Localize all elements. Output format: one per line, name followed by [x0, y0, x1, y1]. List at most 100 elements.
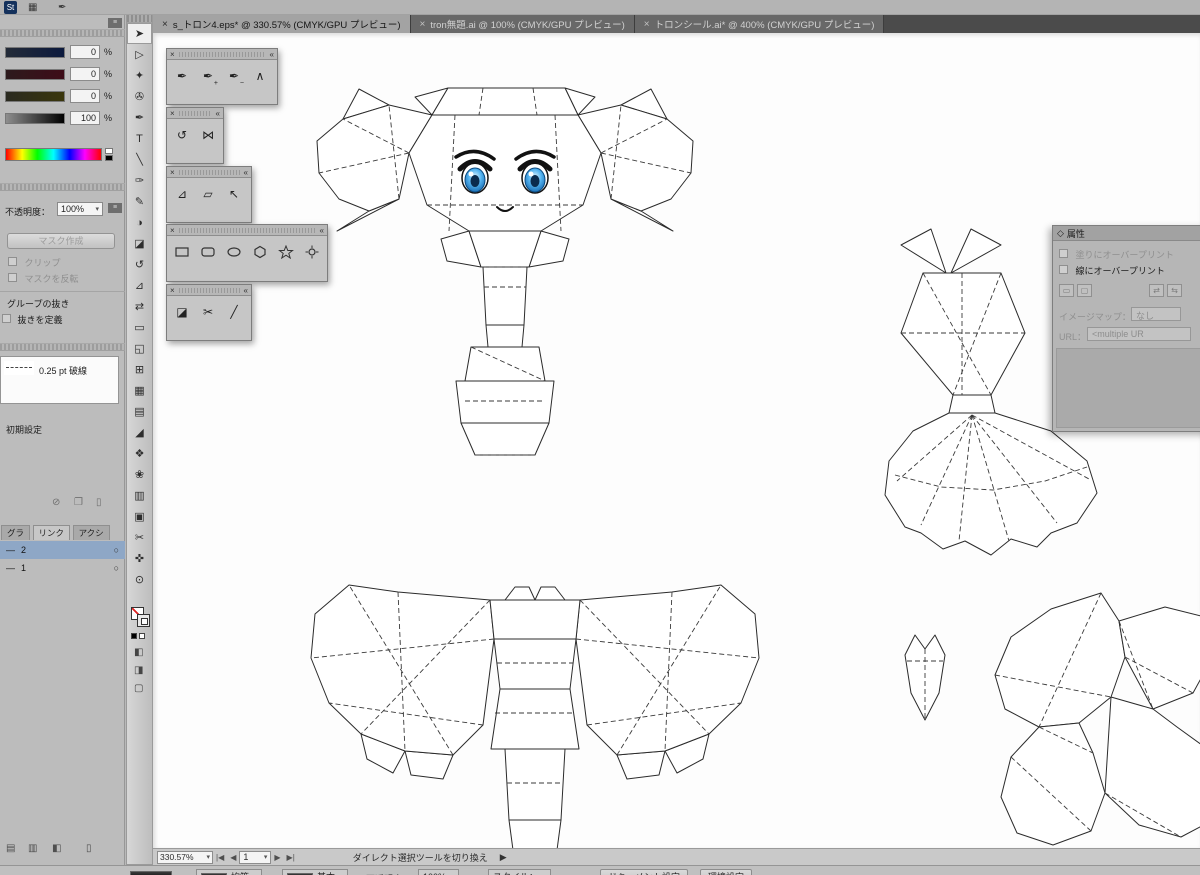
image-map-rect-button[interactable]: ▭: [1059, 284, 1074, 297]
drag-handle[interactable]: [178, 287, 240, 293]
collapse-icon[interactable]: «: [216, 109, 220, 118]
stroke-color-swatch[interactable]: [137, 614, 150, 627]
eyedropper-tool[interactable]: ◢: [127, 422, 152, 443]
collapse-icon[interactable]: «: [244, 286, 248, 295]
column-graph-tool[interactable]: ▥: [127, 485, 152, 506]
direct-selection-tool[interactable]: ▷: [127, 44, 152, 65]
color-mode-icon[interactable]: ◧: [134, 647, 143, 658]
collapse-icon[interactable]: «: [244, 168, 248, 177]
list-item[interactable]: — 2 ○: [0, 541, 125, 559]
papercraft-net-petals[interactable]: [994, 592, 1200, 846]
page-number-field[interactable]: 1 ▾: [239, 850, 272, 864]
star-tool[interactable]: [274, 240, 298, 264]
magenta-ramp[interactable]: [5, 69, 65, 80]
palette-title-bar[interactable]: × «: [167, 108, 223, 119]
panel-menu-icon[interactable]: ≡: [108, 203, 122, 213]
close-icon[interactable]: ×: [644, 19, 650, 30]
pen-icon[interactable]: ✒: [58, 1, 66, 14]
close-icon[interactable]: ×: [420, 19, 426, 30]
add-anchor-point-tool[interactable]: ✒ +: [196, 64, 220, 88]
close-icon[interactable]: ×: [162, 19, 168, 30]
last-page-button[interactable]: ▶|: [287, 853, 295, 862]
panel-menu-icon[interactable]: ≡: [108, 18, 122, 28]
tab-links[interactable]: リンク: [32, 525, 71, 540]
make-mask-button[interactable]: マスク作成: [7, 233, 115, 249]
stroke-swatch[interactable]: [130, 871, 172, 875]
default-fill-stroke-icon[interactable]: [131, 633, 137, 639]
draw-mode-icon[interactable]: ◨: [134, 665, 143, 676]
hand-tool[interactable]: ✜: [127, 548, 152, 569]
blob-brush-tool[interactable]: ◑: [127, 212, 152, 233]
papercraft-net-small-piece[interactable]: [904, 634, 946, 721]
knockout-group-label[interactable]: グループの抜き: [7, 297, 69, 310]
pencil-tool[interactable]: ✎: [127, 191, 152, 212]
paintbrush-tool[interactable]: ✑: [127, 170, 152, 191]
grid-icon[interactable]: ▦: [28, 1, 37, 14]
shape-builder-tool[interactable]: ◱: [127, 338, 152, 359]
swap-fill-stroke-icon[interactable]: [139, 633, 145, 639]
collapse-icon[interactable]: «: [320, 226, 324, 235]
image-map-select[interactable]: なし: [1131, 307, 1181, 321]
pen-tool[interactable]: ✒: [170, 64, 194, 88]
panel-drag-bar[interactable]: [0, 183, 125, 191]
magic-wand-tool[interactable]: ✦: [127, 65, 152, 86]
canvas[interactable]: [153, 33, 1200, 851]
first-page-button[interactable]: |◀: [216, 853, 224, 862]
black-chip[interactable]: [105, 155, 113, 161]
polygon-tool[interactable]: [248, 240, 272, 264]
tab-document-1[interactable]: × s_トロン4.eps* @ 330.57% (CMYK/GPU プレビュー): [153, 15, 411, 33]
more-options-icon[interactable]: ⋯: [772, 871, 781, 875]
rectangle-tool[interactable]: [170, 240, 194, 264]
chevron-down-icon[interactable]: ▾: [206, 853, 210, 861]
opacity-field[interactable]: 100% ▾: [418, 869, 459, 875]
invert-mask-checkbox-row[interactable]: マスクを反転: [8, 272, 79, 285]
document-setup-button[interactable]: ドキュメント設定: [600, 869, 689, 875]
width-profile-select[interactable]: 均等 ▾: [196, 869, 262, 875]
style-select[interactable]: スタイル： ▾: [488, 869, 551, 875]
no-symbol-icon[interactable]: ⊘: [52, 497, 60, 508]
color-spectrum-bar[interactable]: [5, 148, 102, 161]
palette-title-bar[interactable]: × «: [167, 285, 251, 296]
target-circle-icon[interactable]: ○: [114, 563, 119, 573]
anchor-point-tool[interactable]: ∧: [248, 64, 272, 88]
checkbox-icon[interactable]: [1059, 249, 1068, 258]
drag-handle[interactable]: [178, 51, 266, 57]
papercraft-net-head[interactable]: [316, 87, 694, 456]
panel-option-icon[interactable]: ▤: [6, 843, 15, 854]
image-map-poly-button[interactable]: ▢: [1077, 284, 1092, 297]
scale-tool[interactable]: ⊿: [127, 275, 152, 296]
papercraft-net-wings[interactable]: [310, 584, 760, 851]
close-icon[interactable]: ×: [170, 50, 175, 59]
symbol-sprayer-tool[interactable]: ❀: [127, 464, 152, 485]
opacity-field[interactable]: 100% ▾: [57, 202, 103, 216]
panel-option-icon[interactable]: ▥: [28, 843, 37, 854]
eraser-tool[interactable]: ◪: [127, 233, 152, 254]
tab-actions[interactable]: アクシ: [72, 525, 110, 540]
palette-title-bar[interactable]: × «: [167, 167, 251, 178]
new-item-icon[interactable]: ❐: [74, 497, 83, 508]
checkbox-icon[interactable]: [1059, 265, 1068, 274]
chevron-down-icon[interactable]: ▾: [264, 853, 268, 861]
close-icon[interactable]: ×: [170, 168, 175, 177]
tab-gradient[interactable]: グラ: [1, 525, 31, 540]
black-ramp[interactable]: [5, 113, 65, 124]
url-field[interactable]: <multiple UR: [1087, 327, 1191, 341]
pen-tool[interactable]: ✒: [127, 107, 152, 128]
white-chip[interactable]: [105, 148, 113, 154]
magenta-value-field[interactable]: 0: [70, 67, 100, 81]
trash-icon[interactable]: ▯: [96, 497, 102, 508]
width-tool[interactable]: ⇄: [127, 296, 152, 317]
rotate-tool[interactable]: ↺: [170, 123, 194, 147]
tab-document-2[interactable]: × tron無題.ai @ 100% (CMYK/GPU プレビュー): [410, 15, 635, 33]
status-expand-button[interactable]: ▶: [500, 852, 507, 863]
overprint-fill-row[interactable]: 塗りにオーバープリント: [1059, 248, 1174, 261]
brush-list-item[interactable]: 0.25 pt 破線: [1, 357, 118, 379]
drag-handle[interactable]: [178, 227, 316, 233]
free-transform-tool[interactable]: ▭: [127, 317, 152, 338]
preferences-button[interactable]: 環境設定: [700, 869, 753, 875]
reflect-tool[interactable]: ⋈: [196, 123, 220, 147]
default-settings-label[interactable]: 初期設定: [6, 423, 42, 436]
delete-anchor-point-tool[interactable]: ✒ −: [222, 64, 246, 88]
slice-tool[interactable]: ✂: [127, 527, 152, 548]
overprint-stroke-row[interactable]: 線にオーバープリント: [1059, 264, 1165, 277]
